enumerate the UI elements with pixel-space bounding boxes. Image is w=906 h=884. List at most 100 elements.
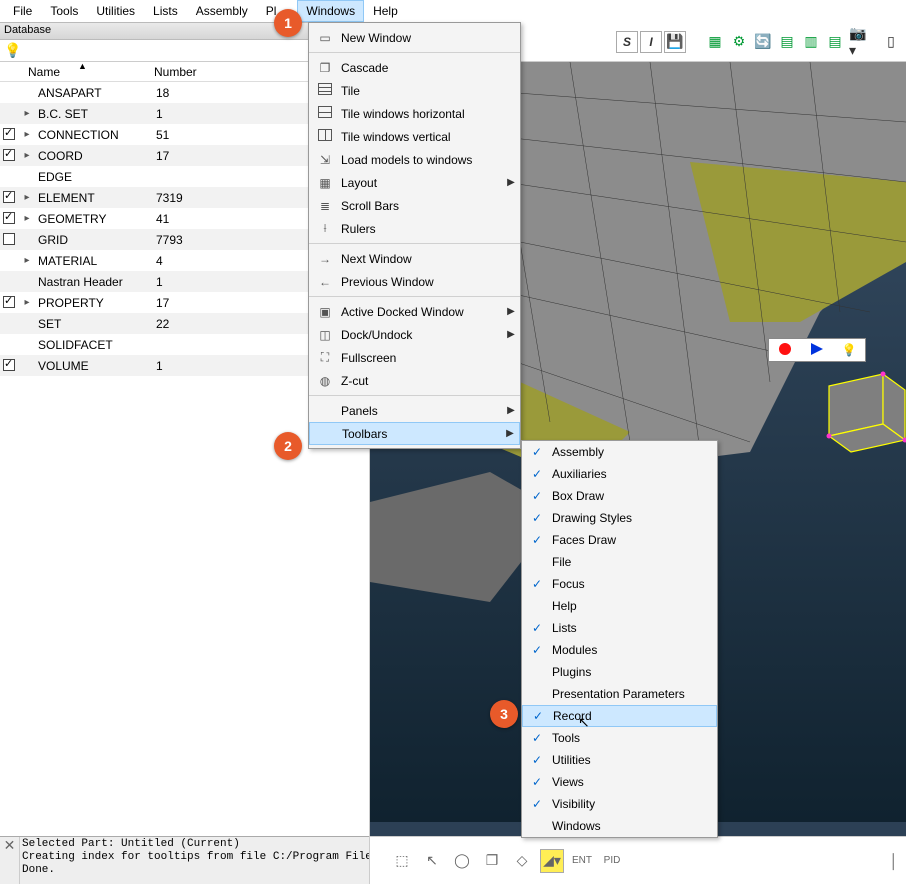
log-close-icon[interactable]: ✕: [0, 837, 20, 884]
checkbox[interactable]: [3, 149, 15, 161]
tool-save-icon[interactable]: 💾: [664, 31, 686, 53]
tool-i-icon[interactable]: I: [640, 31, 662, 53]
cursor-icon[interactable]: ↖: [420, 849, 444, 873]
toolbar-item-assembly[interactable]: ✓Assembly: [522, 441, 717, 463]
menu-item-tile[interactable]: Tile: [309, 79, 520, 102]
check-icon: ✓: [522, 511, 552, 525]
col-name[interactable]: Name▲: [0, 65, 150, 79]
menu-item-z-cut[interactable]: ◍Z-cut: [309, 369, 520, 392]
submenu-arrow-icon: ▶: [502, 329, 520, 340]
copy-icon[interactable]: ❐: [480, 849, 504, 873]
menu-item-previous-window[interactable]: ←Previous Window: [309, 270, 520, 293]
tilev-icon: [313, 129, 337, 144]
toolbar-item-lists[interactable]: ✓Lists: [522, 617, 717, 639]
pid-toggle[interactable]: PID: [600, 849, 624, 873]
row-name: MATERIAL: [36, 254, 152, 268]
checkbox[interactable]: [3, 191, 15, 203]
menu-item-dock-undock[interactable]: ◫Dock/Undock▶: [309, 323, 520, 346]
tool-doc1-icon[interactable]: ▤: [776, 31, 798, 53]
tag-icon[interactable]: ◇: [510, 849, 534, 873]
checkbox[interactable]: [3, 233, 15, 245]
toolbar-item-label: Views: [552, 775, 717, 789]
menu-item-panels[interactable]: Panels▶: [309, 399, 520, 422]
expand-icon[interactable]: ▸: [18, 213, 36, 224]
tool-doc2-icon[interactable]: ▥: [800, 31, 822, 53]
menu-item-tile-windows-horizontal[interactable]: Tile windows horizontal: [309, 102, 520, 125]
menu-item-new-window[interactable]: ▭New Window: [309, 26, 520, 49]
toolbar-item-record[interactable]: ✓Record: [522, 705, 717, 727]
toolbar-item-help[interactable]: Help: [522, 595, 717, 617]
toolbar-item-drawing-styles[interactable]: ✓Drawing Styles: [522, 507, 717, 529]
toolbar-item-focus[interactable]: ✓Focus: [522, 573, 717, 595]
toolbar-item-modules[interactable]: ✓Modules: [522, 639, 717, 661]
menu-file[interactable]: File: [4, 0, 41, 22]
menu-item-rulers[interactable]: ⟊Rulers: [309, 217, 520, 240]
tool-gear-icon[interactable]: ⚙: [728, 31, 750, 53]
menu-item-fullscreen[interactable]: ⛶Fullscreen: [309, 346, 520, 369]
tool-close-icon[interactable]: ▯: [880, 31, 902, 53]
toolbar-item-views[interactable]: ✓Views: [522, 771, 717, 793]
menu-item-active-docked-window[interactable]: ▣Active Docked Window▶: [309, 300, 520, 323]
toolbar-item-windows[interactable]: Windows: [522, 815, 717, 837]
row-name: SET: [36, 317, 152, 331]
orientation-cube[interactable]: [811, 354, 906, 464]
menu-utilities[interactable]: Utilities: [87, 0, 144, 22]
tool-cam-icon[interactable]: 📷▾: [848, 31, 870, 53]
row-name: PROPERTY: [36, 296, 152, 310]
toolbar-item-visibility[interactable]: ✓Visibility: [522, 793, 717, 815]
check-icon: ✓: [522, 731, 552, 745]
menu-assembly[interactable]: Assembly: [187, 0, 257, 22]
check-icon: ✓: [522, 533, 552, 547]
menu-item-toolbars[interactable]: Toolbars▶: [309, 422, 520, 445]
menu-item-tile-windows-vertical[interactable]: Tile windows vertical: [309, 125, 520, 148]
full-icon: ⛶: [313, 350, 337, 365]
highlight-icon[interactable]: ◢▾: [540, 849, 564, 873]
expand-icon[interactable]: ▸: [18, 150, 36, 161]
toolbar-item-utilities[interactable]: ✓Utilities: [522, 749, 717, 771]
tool-doc3-icon[interactable]: ▤: [824, 31, 846, 53]
tool-refresh-icon[interactable]: 🔄: [752, 31, 774, 53]
check-icon: ✓: [522, 643, 552, 657]
toolbar-item-plugins[interactable]: Plugins: [522, 661, 717, 683]
new-icon: ▭: [313, 31, 337, 45]
checkbox[interactable]: [3, 359, 15, 371]
menu-item-scroll-bars[interactable]: ≣Scroll Bars: [309, 194, 520, 217]
row-number: 17: [152, 296, 169, 310]
toolbar-item-auxiliaries[interactable]: ✓Auxiliaries: [522, 463, 717, 485]
menu-item-label: Cascade: [337, 61, 502, 75]
menu-item-next-window[interactable]: →Next Window: [309, 247, 520, 270]
toolbar-item-box-draw[interactable]: ✓Box Draw: [522, 485, 717, 507]
ent-toggle[interactable]: ENT: [570, 849, 594, 873]
toolbar-item-faces-draw[interactable]: ✓Faces Draw: [522, 529, 717, 551]
menu-windows[interactable]: Windows: [297, 0, 364, 22]
callout-3: 3: [490, 700, 518, 728]
menu-tools[interactable]: Tools: [41, 0, 87, 22]
lasso-icon[interactable]: ◯: [450, 849, 474, 873]
tool-grid-icon[interactable]: ▦: [704, 31, 726, 53]
toolbar-item-presentation-parameters[interactable]: Presentation Parameters: [522, 683, 717, 705]
next-icon: →: [313, 252, 337, 266]
menu-item-load-models-to-windows[interactable]: ⇲Load models to windows: [309, 148, 520, 171]
checkbox[interactable]: [3, 128, 15, 140]
toolbar-item-tools[interactable]: ✓Tools: [522, 727, 717, 749]
menu-help[interactable]: Help: [364, 0, 407, 22]
record-icon[interactable]: [769, 343, 801, 358]
row-number: 17: [152, 149, 169, 163]
checkbox[interactable]: [3, 212, 15, 224]
expand-icon[interactable]: ▸: [18, 108, 36, 119]
toolbar-item-file[interactable]: File: [522, 551, 717, 573]
bulb-icon[interactable]: 💡: [4, 42, 21, 59]
col-number[interactable]: Number: [150, 65, 197, 79]
menu-item-cascade[interactable]: ❐Cascade: [309, 56, 520, 79]
expand-icon[interactable]: ▸: [18, 297, 36, 308]
menu-lists[interactable]: Lists: [144, 0, 187, 22]
tool-s-icon[interactable]: S: [616, 31, 638, 53]
expand-icon[interactable]: ▸: [18, 129, 36, 140]
select-icon[interactable]: ⬚: [390, 849, 414, 873]
row-name: ANSAPART: [36, 86, 152, 100]
checkbox[interactable]: [3, 296, 15, 308]
menu-item-layout[interactable]: ▦Layout▶: [309, 171, 520, 194]
row-number: 18: [152, 86, 169, 100]
expand-icon[interactable]: ▸: [18, 255, 36, 266]
expand-icon[interactable]: ▸: [18, 192, 36, 203]
